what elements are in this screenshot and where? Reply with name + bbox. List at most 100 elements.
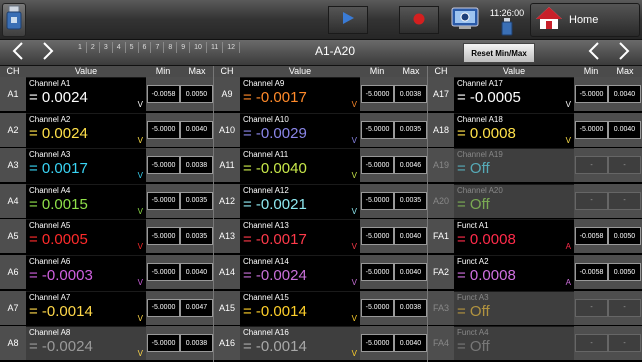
channel-unit: V bbox=[351, 349, 357, 359]
channel-value-cell[interactable]: Funct A1 = 0.0008 A bbox=[454, 219, 574, 254]
channel-unit: V bbox=[351, 242, 357, 252]
channel-min: - bbox=[575, 191, 608, 210]
record-button[interactable] bbox=[399, 6, 439, 34]
top-toolbar: 11:26:00 Home bbox=[0, 0, 642, 40]
channel-name: Channel A14 bbox=[243, 257, 289, 266]
channel-value-cell[interactable]: Funct A3 = Off bbox=[454, 290, 574, 325]
channel-unit: V bbox=[565, 135, 571, 145]
channel-value-cell[interactable]: Channel A6 = -0.0003 V bbox=[26, 255, 146, 289]
channel-name: Funct A1 bbox=[457, 221, 489, 231]
channel-value-cell[interactable]: Funct A4 = Off bbox=[454, 326, 574, 361]
channel-name: Funct A2 bbox=[457, 257, 489, 266]
channel-id: A5 bbox=[0, 219, 26, 254]
channel-value-cell[interactable]: Funct A2 = 0.0008 A bbox=[454, 255, 574, 289]
channel-value-cell[interactable]: Channel A14 = -0.0024 V bbox=[240, 255, 360, 289]
header-value: Value bbox=[288, 66, 312, 76]
screenshot-button[interactable] bbox=[448, 4, 482, 36]
channel-reading: = -0.0014 bbox=[243, 302, 307, 320]
chevron-left-icon bbox=[587, 41, 601, 65]
reset-min-max-button[interactable]: Reset Min/Max bbox=[463, 43, 535, 63]
page-11-button[interactable]: 11 bbox=[207, 42, 224, 53]
header-min: Min bbox=[583, 66, 599, 76]
channel-id: A14 bbox=[214, 255, 240, 289]
channel-unit: V bbox=[137, 278, 143, 287]
channel-name: Channel A8 bbox=[29, 328, 71, 338]
page-12-button[interactable]: 12 bbox=[223, 42, 241, 53]
page-10-button[interactable]: 10 bbox=[190, 42, 207, 53]
channel-id: A10 bbox=[214, 112, 240, 147]
channel-value-cell[interactable]: Channel A11 = -0.0040 V bbox=[240, 148, 360, 183]
header-value: Value bbox=[74, 66, 98, 76]
channel-value-cell[interactable]: Channel A12 = -0.0021 V bbox=[240, 183, 360, 218]
home-button[interactable]: Home bbox=[530, 3, 640, 37]
channel-value-cell[interactable]: Channel A8 = -0.0024 V bbox=[26, 326, 146, 361]
page-1-button[interactable]: 1 bbox=[74, 42, 87, 53]
channel-value-cell[interactable]: Channel A5 = 0.0005 V bbox=[26, 219, 146, 254]
channel-value-cell[interactable]: Channel A4 = 0.0015 V bbox=[26, 183, 146, 218]
channel-id: A9 bbox=[214, 77, 240, 111]
header-ch: CH bbox=[220, 66, 234, 76]
channel-max: 0.0040 bbox=[608, 120, 641, 139]
channel-reading: = -0.0040 bbox=[243, 160, 307, 178]
channel-reading: = -0.0003 bbox=[29, 267, 93, 284]
channel-min: -5.0000 bbox=[575, 85, 608, 103]
page-2-button[interactable]: 2 bbox=[87, 42, 100, 53]
channel-reading: = 0.0005 bbox=[29, 231, 88, 249]
channel-min: -5.0000 bbox=[361, 156, 394, 175]
channel-name: Funct A4 bbox=[457, 328, 489, 338]
channel-value-cell[interactable]: Channel A15 = -0.0014 V bbox=[240, 290, 360, 325]
header-ch: CH bbox=[434, 66, 448, 76]
channel-max: 0.0038 bbox=[180, 334, 213, 353]
usb-drive-button[interactable] bbox=[2, 3, 26, 37]
channel-value-cell[interactable]: Channel A3 = 0.0017 V bbox=[26, 148, 146, 183]
channel-id: A18 bbox=[428, 112, 454, 147]
channel-min: - bbox=[575, 298, 608, 317]
channel-value-cell[interactable]: Channel A10 = -0.0029 V bbox=[240, 112, 360, 147]
next-group-button[interactable] bbox=[610, 40, 638, 66]
page-7-button[interactable]: 7 bbox=[151, 42, 165, 53]
chevron-left-icon bbox=[11, 41, 25, 65]
page-9-button[interactable]: 9 bbox=[177, 42, 191, 53]
channel-min: -5.0000 bbox=[361, 298, 394, 317]
page-3-button[interactable]: 3 bbox=[100, 42, 113, 53]
next-page-button[interactable] bbox=[34, 40, 62, 66]
channel-max: - bbox=[608, 191, 641, 210]
channel-min: -5.0000 bbox=[147, 298, 180, 317]
prev-group-button[interactable] bbox=[580, 40, 608, 66]
home-label: Home bbox=[569, 14, 599, 26]
channel-value-cell[interactable]: Channel A16 = -0.0014 V bbox=[240, 326, 360, 361]
channel-max: 0.0047 bbox=[180, 298, 213, 317]
chevron-right-icon bbox=[617, 41, 631, 65]
play-icon bbox=[340, 10, 356, 30]
channel-name: Channel A18 bbox=[457, 114, 503, 124]
channel-value-cell[interactable]: Channel A18 = 0.0008 V bbox=[454, 112, 574, 147]
channel-value-cell[interactable]: Channel A13 = -0.0017 V bbox=[240, 219, 360, 254]
channel-reading: = 0.0008 bbox=[457, 124, 516, 142]
channel-max: 0.0040 bbox=[394, 334, 427, 353]
channel-max: 0.0040 bbox=[608, 85, 641, 103]
channel-name: Channel A1 bbox=[29, 79, 71, 88]
camera-icon bbox=[450, 5, 480, 35]
channel-unit: V bbox=[565, 100, 571, 109]
channel-reading: = 0.0015 bbox=[29, 195, 88, 213]
channel-value-cell[interactable]: Channel A7 = -0.0014 V bbox=[26, 290, 146, 325]
channel-min: -5.0000 bbox=[361, 334, 394, 353]
usb-icon bbox=[5, 5, 23, 35]
channel-value-cell[interactable]: Channel A1 = 0.0024 V bbox=[26, 77, 146, 111]
channel-unit: V bbox=[137, 349, 143, 359]
channel-value-cell[interactable]: Channel A20 = Off bbox=[454, 183, 574, 218]
channel-value-cell[interactable]: Channel A17 = -0.0005 V bbox=[454, 77, 574, 111]
page-5-button[interactable]: 5 bbox=[126, 42, 139, 53]
prev-page-button[interactable] bbox=[4, 40, 32, 66]
header-max: Max bbox=[402, 66, 420, 76]
channel-value-cell[interactable]: Channel A2 = 0.0024 V bbox=[26, 112, 146, 147]
channel-value-cell[interactable]: Channel A19 = Off bbox=[454, 148, 574, 183]
channel-value-cell[interactable]: Channel A9 = -0.0017 V bbox=[240, 77, 360, 111]
page-8-button[interactable]: 8 bbox=[164, 42, 178, 53]
channel-id: A6 bbox=[0, 255, 26, 289]
page-4-button[interactable]: 4 bbox=[113, 42, 126, 53]
clock-usb-status: 11:26:00 bbox=[484, 2, 530, 38]
table-header: CH Value Min Max CH Value Min Max CH Value Min Max bbox=[0, 66, 642, 77]
play-button[interactable] bbox=[328, 6, 368, 34]
page-6-button[interactable]: 6 bbox=[139, 42, 152, 53]
